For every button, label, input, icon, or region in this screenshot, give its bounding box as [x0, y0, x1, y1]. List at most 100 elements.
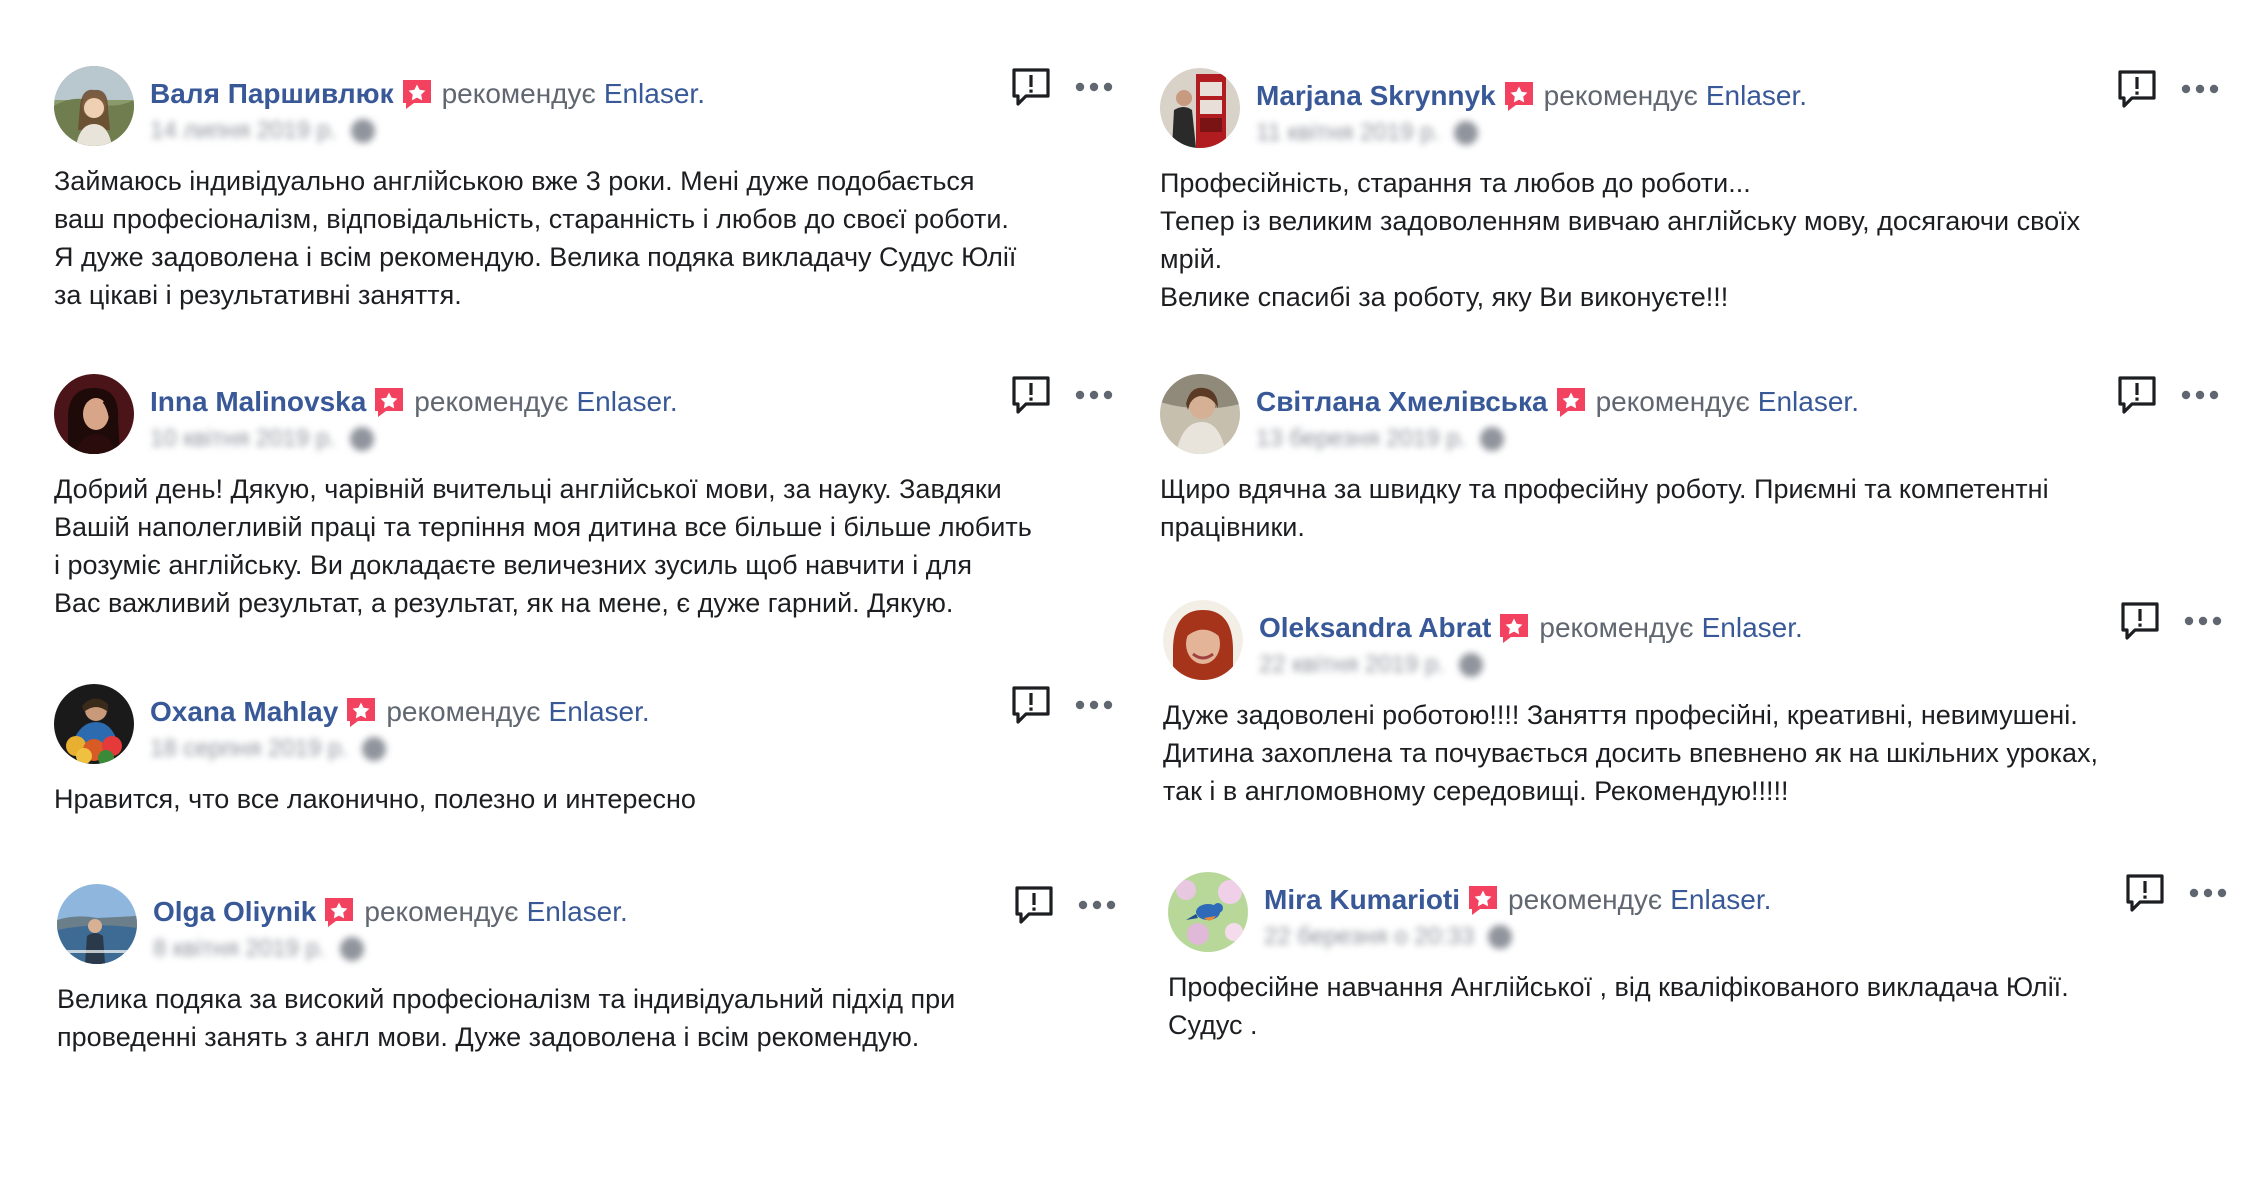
recommend-star-badge-icon: [400, 77, 434, 111]
review-title-line: Inna Malinovska рекомендує Enlaser.: [150, 384, 678, 420]
review-actions: [2119, 600, 2223, 642]
page-name-link[interactable]: Enlaser.: [1702, 610, 1803, 646]
author-name-link[interactable]: Валя Паршивлюк: [150, 76, 394, 112]
review-date-text: 18 серпня 2019 р.: [150, 735, 349, 762]
review-card: Валя Паршивлюк рекомендує Enlaser. 14 ли…: [54, 66, 1114, 310]
review-title-line: Oxana Mahlay рекомендує Enlaser.: [150, 694, 650, 730]
review-actions: [2116, 374, 2220, 416]
review-date[interactable]: 10 квітня 2019 р.: [150, 424, 374, 454]
review-actions: [2116, 68, 2220, 110]
report-speech-bubble-icon[interactable]: [1010, 684, 1052, 726]
author-name-link[interactable]: Світлана Хмелівська: [1256, 384, 1548, 420]
report-speech-bubble-icon[interactable]: [2116, 374, 2158, 416]
review-header: Валя Паршивлюк рекомендує Enlaser. 14 ли…: [54, 66, 1114, 156]
review-card: Oxana Mahlay рекомендує Enlaser. 18 серп…: [54, 684, 1114, 814]
review-header: Oleksandra Abrat рекомендує Enlaser. 22 …: [1163, 600, 2223, 690]
author-name-link[interactable]: Mira Kumarioti: [1264, 882, 1460, 918]
more-options-dots-icon[interactable]: [2188, 887, 2228, 899]
page-name-link[interactable]: Enlaser.: [527, 894, 628, 930]
review-header: Marjana Skrynnyk рекомендує Enlaser. 11 …: [1160, 68, 2220, 158]
recommends-label: рекомендує: [1595, 386, 1750, 417]
author-name-link[interactable]: Marjana Skrynnyk: [1256, 78, 1496, 114]
recommends-label: рекомендує: [364, 896, 519, 927]
review-title-line: Світлана Хмелівська рекомендує Enlaser.: [1256, 384, 1859, 420]
avatar[interactable]: [54, 66, 134, 146]
globe-icon: [1458, 653, 1483, 677]
review-date[interactable]: 22 квітня 2019 р.: [1259, 650, 1483, 680]
review-date[interactable]: 18 серпня 2019 р.: [150, 734, 387, 764]
review-card: Marjana Skrynnyk рекомендує Enlaser. 11 …: [1160, 68, 2220, 312]
avatar[interactable]: [1163, 600, 1243, 680]
more-options-dots-icon[interactable]: [2180, 389, 2220, 401]
page-name-link[interactable]: Enlaser.: [549, 694, 650, 730]
avatar[interactable]: [57, 884, 137, 964]
author-name-link[interactable]: Oleksandra Abrat: [1259, 610, 1491, 646]
review-title-line: Mira Kumarioti рекомендує Enlaser.: [1264, 882, 1771, 918]
recommend-star-badge-icon: [1466, 883, 1500, 917]
globe-icon: [339, 937, 364, 961]
review-header: Mira Kumarioti рекомендує Enlaser. 22 бе…: [1168, 872, 2228, 962]
more-options-dots-icon[interactable]: [1074, 81, 1114, 93]
recommends-label: рекомендує: [1539, 612, 1694, 643]
review-text: Щиро вдячна за швидку та професійну робо…: [1160, 474, 2049, 542]
more-options-dots-icon[interactable]: [2183, 615, 2223, 627]
review-actions: [1010, 684, 1114, 726]
more-options-dots-icon[interactable]: [2180, 83, 2220, 95]
review-date[interactable]: 14 липня 2019 р.: [150, 116, 375, 146]
more-options-dots-icon[interactable]: [1074, 389, 1114, 401]
review-date[interactable]: 22 березня о 20:33: [1264, 922, 1513, 952]
report-speech-bubble-icon[interactable]: [1010, 374, 1052, 416]
page-name-link[interactable]: Enlaser.: [1670, 882, 1771, 918]
recommends-label: рекомендує: [386, 696, 541, 727]
review-actions: [2124, 872, 2228, 914]
page-name-link[interactable]: Enlaser.: [604, 76, 705, 112]
author-name-link[interactable]: Inna Malinovska: [150, 384, 366, 420]
review-text: Професійне навчання Англійської , від кв…: [1168, 972, 2069, 1040]
review-date-text: 10 квітня 2019 р.: [150, 425, 336, 452]
review-text: Велика подяка за високий професіоналізм …: [57, 984, 956, 1052]
avatar[interactable]: [54, 374, 134, 454]
globe-icon: [350, 119, 375, 143]
globe-icon: [362, 737, 387, 761]
review-card: Inna Malinovska рекомендує Enlaser. 10 к…: [54, 374, 1114, 618]
avatar[interactable]: [1168, 872, 1248, 952]
page-name-link[interactable]: Enlaser.: [1758, 384, 1859, 420]
review-card: Olga Oliynik рекомендує Enlaser. 8 квітн…: [57, 884, 1117, 1052]
recommend-star-badge-icon: [344, 695, 378, 729]
more-options-dots-icon[interactable]: [1074, 699, 1114, 711]
recommends-label: рекомендує: [1543, 80, 1698, 111]
recommend-star-badge-icon: [1554, 385, 1588, 419]
report-speech-bubble-icon[interactable]: [1010, 66, 1052, 108]
report-speech-bubble-icon[interactable]: [2119, 600, 2161, 642]
review-actions: [1010, 374, 1114, 416]
report-speech-bubble-icon[interactable]: [1013, 884, 1055, 926]
avatar[interactable]: [54, 684, 134, 764]
review-date[interactable]: 13 березня 2019 р.: [1256, 424, 1505, 454]
more-options-dots-icon[interactable]: [1077, 899, 1117, 911]
review-title-line: Olga Oliynik рекомендує Enlaser.: [153, 894, 628, 930]
review-text: Займаюсь індивідуально англійською вже 3…: [54, 166, 1017, 310]
review-text: Нравится, что все лаконично, полезно и и…: [54, 784, 696, 814]
author-name-link[interactable]: Olga Oliynik: [153, 894, 316, 930]
recommend-star-badge-icon: [372, 385, 406, 419]
globe-icon: [1488, 925, 1513, 949]
review-date[interactable]: 11 квітня 2019 р.: [1256, 118, 1479, 148]
report-speech-bubble-icon[interactable]: [2116, 68, 2158, 110]
recommends-label: рекомендує: [1508, 884, 1663, 915]
review-header: Inna Malinovska рекомендує Enlaser. 10 к…: [54, 374, 1114, 464]
page-name-link[interactable]: Enlaser.: [1706, 78, 1807, 114]
review-date-text: 13 березня 2019 р.: [1256, 425, 1467, 452]
report-speech-bubble-icon[interactable]: [2124, 872, 2166, 914]
page-name-link[interactable]: Enlaser.: [577, 384, 678, 420]
review-date[interactable]: 8 квітня 2019 р.: [153, 934, 364, 964]
review-header: Oxana Mahlay рекомендує Enlaser. 18 серп…: [54, 684, 1114, 774]
avatar[interactable]: [1160, 68, 1240, 148]
review-card: Mira Kumarioti рекомендує Enlaser. 22 бе…: [1168, 872, 2228, 1040]
recommend-star-badge-icon: [322, 895, 356, 929]
review-card: Світлана Хмелівська рекомендує Enlaser. …: [1160, 374, 2220, 542]
recommend-star-badge-icon: [1502, 79, 1536, 113]
review-actions: [1010, 66, 1114, 108]
avatar[interactable]: [1160, 374, 1240, 454]
author-name-link[interactable]: Oxana Mahlay: [150, 694, 338, 730]
review-text: Добрий день! Дякую, чарівній вчительці а…: [54, 474, 1032, 618]
